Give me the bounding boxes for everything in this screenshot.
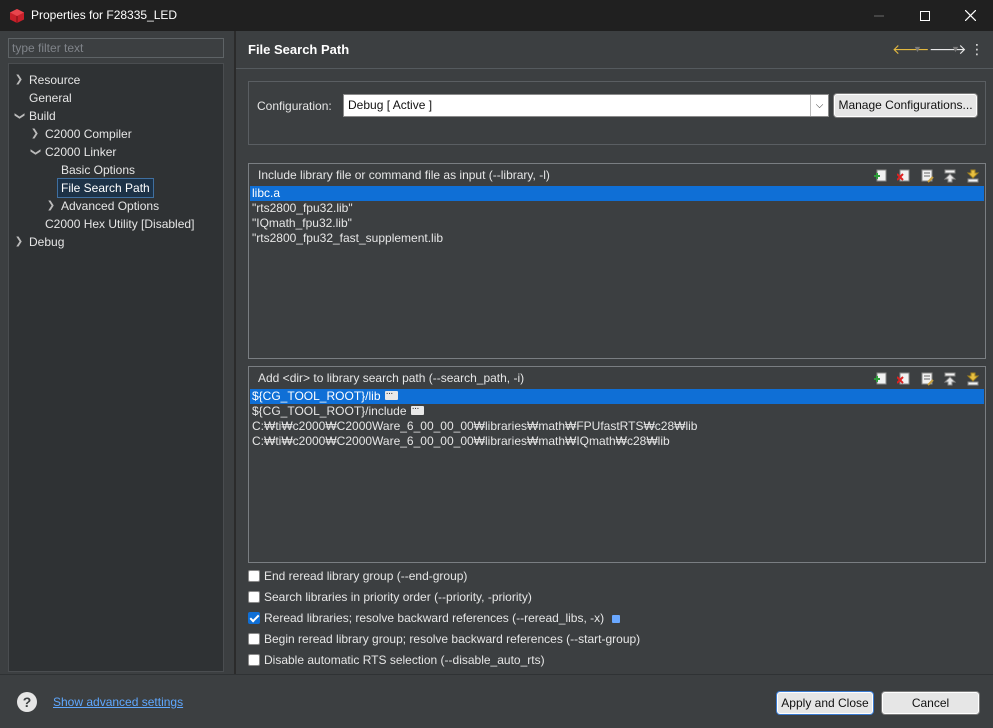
tree-item-label: General <box>29 91 72 105</box>
delete-icon[interactable] <box>895 370 912 387</box>
configuration-select[interactable]: Debug [ Active ] ⌵ <box>343 94 829 117</box>
more-icon[interactable] <box>410 401 424 416</box>
checkbox[interactable] <box>248 570 260 582</box>
search-path-group: Add <dir> to library search path (--sear… <box>248 366 986 563</box>
manage-configurations-button[interactable]: Manage Configurations... <box>834 94 977 117</box>
help-icon[interactable]: ? <box>17 692 37 712</box>
more-icon[interactable] <box>384 386 398 401</box>
search-toolbar <box>872 370 981 388</box>
forward-dropdown-icon[interactable]: ▼ <box>951 40 960 58</box>
minimize-icon <box>874 15 884 16</box>
library-toolbar <box>872 167 981 185</box>
list-item[interactable]: "IQmath_fpu32.lib" <box>250 216 984 231</box>
property-tree: ❯ Resource General ❯ Build ❯ C2000 Compi… <box>8 63 224 672</box>
button-bar: ? Show advanced settings Apply and Close… <box>0 674 993 728</box>
move-up-icon[interactable] <box>941 370 958 387</box>
tree-item-label: Build <box>29 109 56 123</box>
checkbox[interactable] <box>248 612 260 624</box>
close-button[interactable] <box>947 0 993 31</box>
maximize-icon <box>920 10 930 21</box>
back-arrow-icon[interactable]: 🡐 <box>892 40 930 58</box>
cancel-button[interactable]: Cancel <box>882 692 979 714</box>
configuration-value: Debug [ Active ] <box>348 98 433 112</box>
tree-item-label: Advanced Options <box>61 199 160 213</box>
window-title: Properties for F28335_LED <box>31 8 178 22</box>
checkbox[interactable] <box>248 591 260 603</box>
checkbox-text: Reread libraries; resolve backward refer… <box>264 611 605 625</box>
library-group-title: Include library file or command file as … <box>258 168 550 182</box>
tree-item-label: C2000 Linker <box>45 145 117 159</box>
header-divider <box>236 68 993 69</box>
edit-icon[interactable] <box>918 167 935 184</box>
tree-item-label: Basic Options <box>61 163 136 177</box>
checkbox-label: Search libraries in priority order (--pr… <box>264 590 532 604</box>
tree-item-label: C2000 Hex Utility [Disabled] <box>45 217 195 231</box>
add-icon[interactable] <box>872 167 889 184</box>
checkbox-label: Reread libraries; resolve backward refer… <box>264 610 621 626</box>
list-item[interactable]: C:₩ti₩c2000₩C2000Ware_6_00_00_00₩librari… <box>250 419 984 434</box>
configuration-label: Configuration: <box>257 99 332 113</box>
list-item[interactable]: ${CG_TOOL_ROOT}/lib <box>250 386 984 404</box>
list-item[interactable]: libc.a <box>250 186 984 201</box>
right-panel: File Search Path 🡐 ▼ 🡒 ▼ ⋮ Configuration… <box>236 31 993 674</box>
info-icon[interactable] <box>612 614 621 623</box>
chevron-right-icon[interactable]: ❯ <box>13 233 25 251</box>
edit-icon[interactable] <box>918 370 935 387</box>
chevron-down-icon[interactable]: ⌵ <box>810 95 828 116</box>
left-panel: ❯ Resource General ❯ Build ❯ C2000 Compi… <box>0 31 235 674</box>
view-menu-icon[interactable]: ⋮ <box>970 40 984 58</box>
configuration-box: Configuration: Debug [ Active ] ⌵ Manage… <box>248 81 986 145</box>
checkbox-label: Begin reread library group; resolve back… <box>264 632 641 646</box>
forward-arrow-icon[interactable]: 🡒 <box>929 40 967 58</box>
move-down-icon[interactable] <box>964 370 981 387</box>
tree-item-label: File Search Path <box>57 178 154 198</box>
delete-icon[interactable] <box>895 167 912 184</box>
minimize-button[interactable] <box>856 0 902 31</box>
chevron-down-icon[interactable]: ❯ <box>10 110 28 122</box>
list-item[interactable]: ${CG_TOOL_ROOT}/include <box>250 401 984 419</box>
show-advanced-settings-link[interactable]: Show advanced settings <box>53 695 183 709</box>
checkbox[interactable] <box>248 633 260 645</box>
library-list[interactable]: libc.a "rts2800_fpu32.lib" "IQmath_fpu32… <box>250 186 984 357</box>
list-item[interactable]: "rts2800_fpu32.lib" <box>250 201 984 216</box>
move-up-icon[interactable] <box>941 167 958 184</box>
filter-input[interactable] <box>8 38 224 58</box>
tree-item-label: Resource <box>29 73 81 87</box>
tree-item-label: C2000 Compiler <box>45 127 132 141</box>
search-group-title: Add <dir> to library search path (--sear… <box>258 371 525 385</box>
close-icon <box>964 10 976 21</box>
chevron-right-icon[interactable]: ❯ <box>13 71 25 89</box>
title-bar: Properties for F28335_LED <box>0 0 993 31</box>
checkbox-label: End reread library group (--end-group) <box>264 569 468 583</box>
library-list-group: Include library file or command file as … <box>248 163 986 359</box>
chevron-right-icon[interactable]: ❯ <box>45 197 57 215</box>
search-path-list[interactable]: ${CG_TOOL_ROOT}/lib ${CG_TOOL_ROOT}/incl… <box>250 386 984 561</box>
list-item-text: ${CG_TOOL_ROOT}/lib <box>252 389 381 403</box>
chevron-right-icon[interactable]: ❯ <box>29 125 41 143</box>
checkbox[interactable] <box>248 654 260 666</box>
list-item[interactable]: "rts2800_fpu32_fast_supplement.lib <box>250 231 984 246</box>
back-dropdown-icon[interactable]: ▼ <box>913 40 922 58</box>
list-item[interactable]: C:₩ti₩c2000₩C2000Ware_6_00_00_00₩librari… <box>250 434 984 449</box>
checkbox-label: Disable automatic RTS selection (--disab… <box>264 653 545 667</box>
move-down-icon[interactable] <box>964 167 981 184</box>
apply-and-close-button[interactable]: Apply and Close <box>777 692 873 714</box>
chevron-down-icon[interactable]: ❯ <box>26 146 44 158</box>
add-icon[interactable] <box>872 370 889 387</box>
page-title: File Search Path <box>248 42 350 57</box>
tree-item-label: Debug <box>29 235 65 249</box>
app-cube-icon <box>10 9 24 23</box>
list-item-text: ${CG_TOOL_ROOT}/include <box>252 404 407 418</box>
maximize-button[interactable] <box>902 0 948 31</box>
